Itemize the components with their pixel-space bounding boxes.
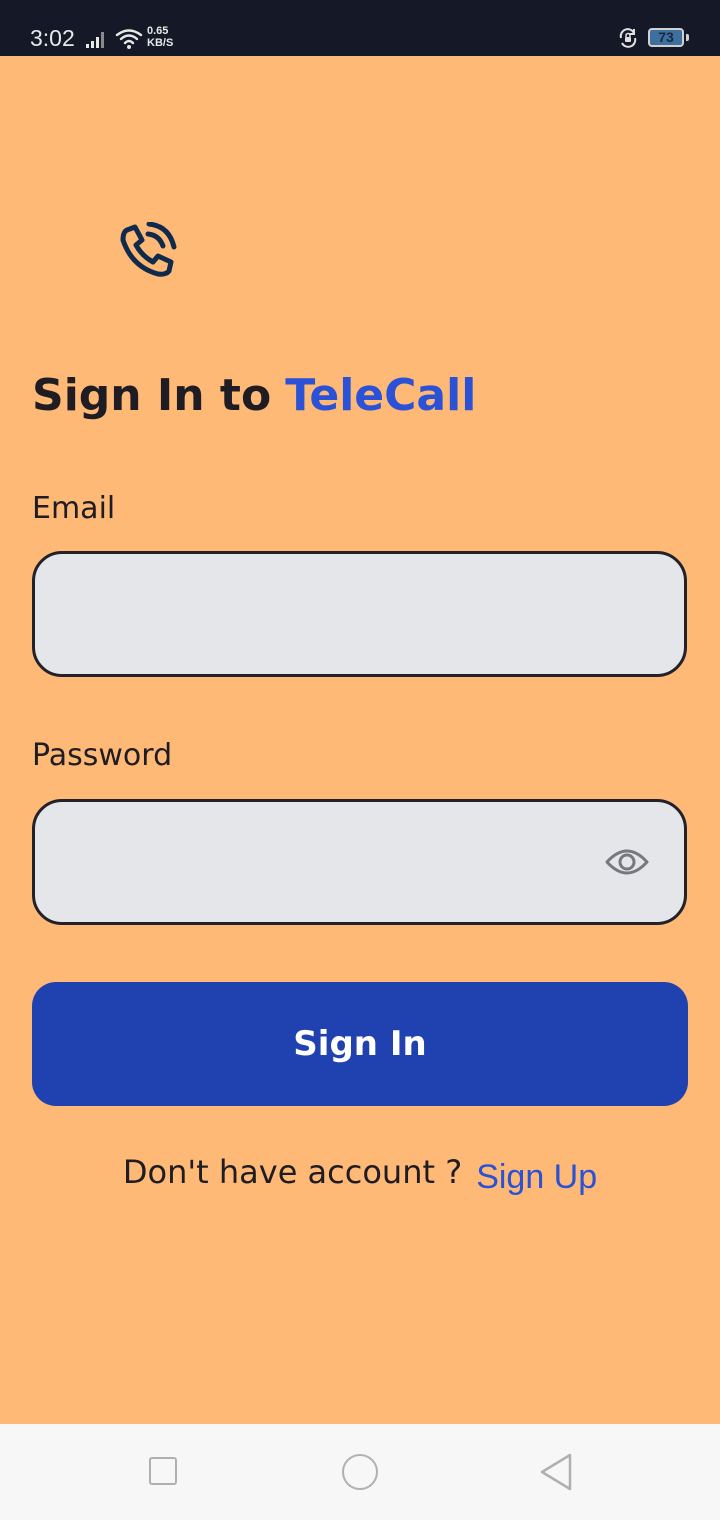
brand-name: TeleCall	[285, 370, 477, 421]
eye-icon[interactable]	[605, 846, 649, 878]
navigation-bar	[0, 1424, 720, 1520]
signup-row: Don't have account ? Sign Up	[0, 1148, 720, 1196]
home-icon[interactable]	[342, 1454, 378, 1490]
network-speed-value: 0.65	[147, 25, 169, 37]
signup-prompt: Don't have account ?	[122, 1153, 463, 1191]
password-field[interactable]	[32, 799, 687, 925]
sign-in-button[interactable]: Sign In	[32, 982, 688, 1106]
status-bar: 3:02 0.65 KB/S 73	[0, 0, 720, 56]
sign-up-link[interactable]: Sign Up	[476, 1158, 597, 1196]
page-title-prefix: Sign In to	[32, 370, 272, 421]
email-label: Email	[32, 491, 116, 526]
back-icon[interactable]	[538, 1452, 574, 1492]
page-title: Sign In to TeleCall	[32, 366, 476, 426]
battery-tip	[686, 34, 689, 41]
phone-call-icon	[120, 222, 177, 277]
network-speed: 0.65 KB/S	[147, 25, 173, 49]
email-field[interactable]	[32, 551, 687, 677]
status-time: 3:02	[30, 25, 75, 51]
battery-level: 73	[658, 29, 674, 45]
rotate-lock-icon	[619, 28, 637, 48]
wifi-icon	[115, 29, 143, 49]
network-speed-unit: KB/S	[147, 37, 174, 49]
signal-icon	[86, 32, 104, 48]
password-label: Password	[32, 738, 173, 773]
recent-apps-icon[interactable]	[149, 1457, 177, 1485]
